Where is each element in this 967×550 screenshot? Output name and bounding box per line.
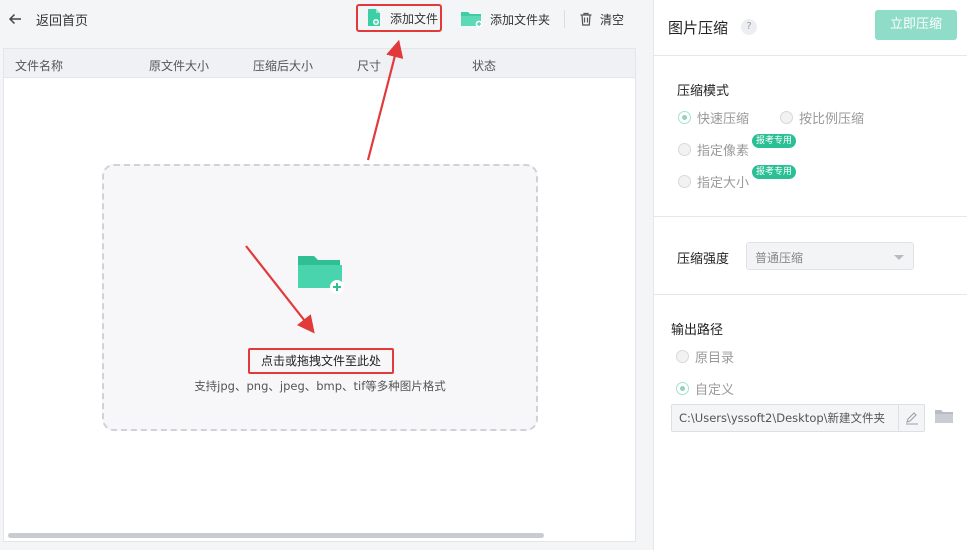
drop-zone-format-hint: 支持jpg、png、jpeg、bmp、tif等多种图片格式 bbox=[194, 379, 446, 393]
radio-proportional-compress[interactable]: 按比例压缩 bbox=[780, 108, 864, 127]
folder-add-icon bbox=[298, 256, 344, 294]
radio-fast-compress[interactable]: 快速压缩 bbox=[678, 108, 749, 127]
arrow-left-icon bbox=[8, 13, 21, 25]
radio-specify-pixels[interactable]: 指定像素 bbox=[678, 140, 749, 159]
compression-strength-value: 普通压缩 bbox=[755, 251, 804, 265]
output-path-input[interactable] bbox=[672, 405, 898, 431]
file-table: 文件名称 原文件大小 压缩后大小 尺寸 状态 点击或拖拽文件至此处 支持jpg、… bbox=[3, 48, 636, 542]
radio-dot bbox=[678, 111, 691, 124]
table-header: 文件名称 原文件大小 压缩后大小 尺寸 状态 bbox=[4, 49, 635, 78]
radio-label: 原目录 bbox=[695, 351, 735, 366]
radio-dot bbox=[678, 175, 691, 188]
compression-settings-panel: 图片压缩 ? 立即压缩 压缩模式 快速压缩 按比例压缩 指定像素 报考专用 指定… bbox=[653, 0, 967, 550]
exam-badge: 报考专用 bbox=[752, 134, 797, 148]
panel-title: 图片压缩 bbox=[668, 19, 729, 37]
radio-specify-size[interactable]: 指定大小 bbox=[678, 172, 749, 191]
section-divider bbox=[654, 216, 967, 217]
output-path-label: 输出路径 bbox=[671, 323, 724, 338]
compression-strength-label: 压缩强度 bbox=[677, 252, 730, 267]
radio-dot bbox=[780, 111, 793, 124]
radio-label: 快速压缩 bbox=[697, 112, 750, 127]
column-header-compressed-size: 压缩后大小 bbox=[253, 59, 314, 73]
column-header-filename: 文件名称 bbox=[15, 59, 64, 73]
exam-badge: 报考专用 bbox=[752, 165, 797, 179]
help-icon[interactable]: ? bbox=[741, 19, 757, 35]
section-divider bbox=[654, 294, 967, 295]
pen-icon bbox=[905, 412, 918, 425]
column-header-original-size: 原文件大小 bbox=[149, 59, 210, 73]
radio-label: 指定像素 bbox=[697, 144, 750, 159]
output-path-field bbox=[671, 404, 925, 432]
radio-dot bbox=[676, 382, 689, 395]
add-folder-button[interactable]: 添加文件夹 bbox=[460, 6, 550, 32]
back-home-label: 返回首页 bbox=[36, 13, 89, 29]
horizontal-scrollbar[interactable] bbox=[8, 533, 544, 538]
toolbar-divider bbox=[564, 10, 565, 28]
radio-label: 按比例压缩 bbox=[799, 112, 865, 127]
chevron-down-icon bbox=[894, 255, 904, 260]
drop-zone[interactable]: 点击或拖拽文件至此处 支持jpg、png、jpeg、bmp、tif等多种图片格式 bbox=[102, 164, 538, 431]
radio-custom-directory[interactable]: 自定义 bbox=[676, 379, 734, 398]
compress-now-button[interactable]: 立即压缩 bbox=[875, 10, 957, 40]
compression-mode-label: 压缩模式 bbox=[677, 84, 730, 99]
add-folder-icon bbox=[461, 12, 483, 28]
radio-label: 自定义 bbox=[695, 383, 735, 398]
back-home-button[interactable]: 返回首页 bbox=[6, 8, 96, 30]
folder-icon[interactable] bbox=[934, 408, 954, 424]
radio-dot bbox=[676, 350, 689, 363]
toolbar: 返回首页 添加文件 添加文件夹 清空 bbox=[0, 0, 640, 40]
file-list-panel: 返回首页 添加文件 添加文件夹 清空 文件名称 原文件大小 压缩后大小 尺寸 状… bbox=[0, 0, 640, 550]
column-header-status: 状态 bbox=[472, 59, 497, 73]
radio-original-directory[interactable]: 原目录 bbox=[676, 347, 734, 366]
clear-label: 清空 bbox=[600, 12, 625, 27]
add-folder-label: 添加文件夹 bbox=[490, 12, 551, 27]
add-file-icon bbox=[368, 9, 380, 26]
edit-path-button[interactable] bbox=[898, 405, 924, 431]
radio-dot bbox=[678, 143, 691, 156]
trash-icon bbox=[580, 12, 592, 26]
radio-label: 指定大小 bbox=[697, 176, 750, 191]
add-file-button[interactable]: 添加文件 bbox=[356, 4, 442, 32]
clear-button[interactable]: 清空 bbox=[578, 6, 624, 32]
section-divider bbox=[654, 55, 967, 56]
add-file-label: 添加文件 bbox=[390, 11, 439, 26]
column-header-dimensions: 尺寸 bbox=[357, 59, 382, 73]
drop-zone-main-text: 点击或拖拽文件至此处 bbox=[248, 348, 394, 374]
compression-strength-select[interactable]: 普通压缩 bbox=[746, 242, 914, 270]
